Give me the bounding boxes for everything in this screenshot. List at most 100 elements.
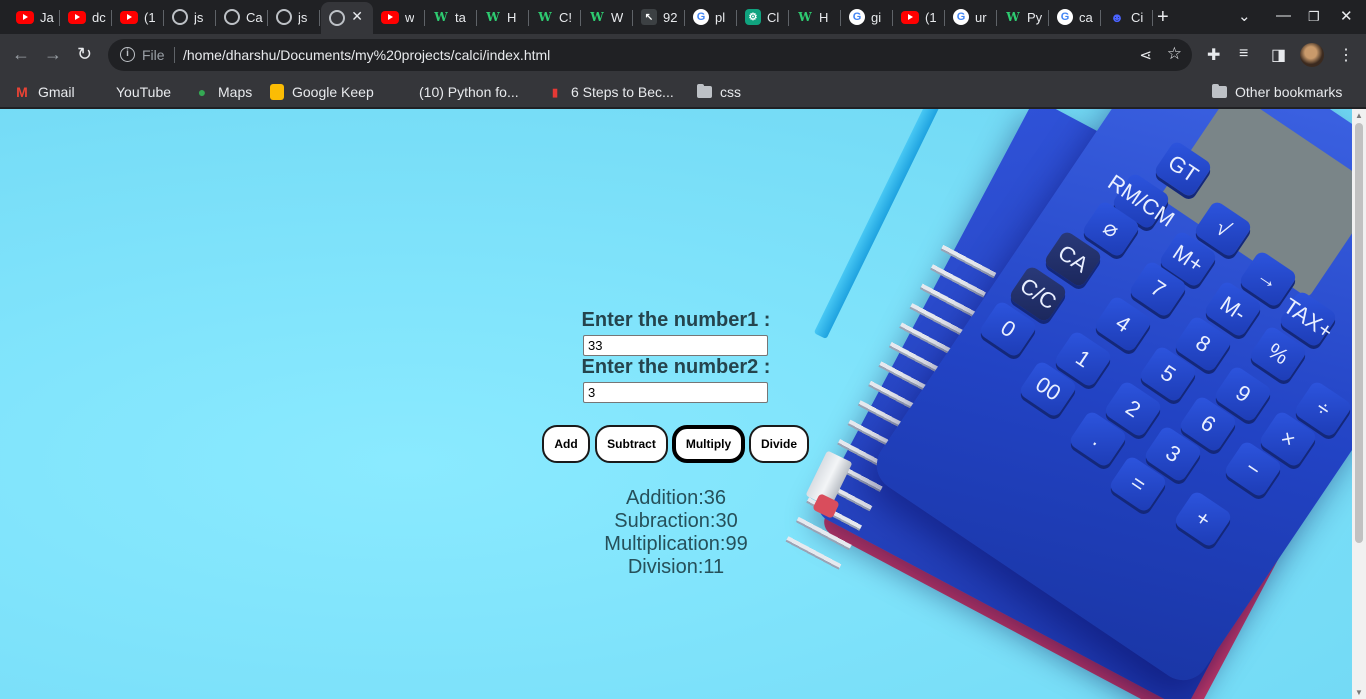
tab-title: js [298,9,308,25]
youtube-icon [68,10,86,24]
tab-title: gi [871,9,882,25]
menu-kebab-icon[interactable]: ⋮ [1338,45,1354,65]
browser-tab[interactable]: W Py [997,2,1049,32]
new-tab-button[interactable]: + [1157,6,1169,29]
browser-tab[interactable]: (1 [893,2,945,32]
browser-tab[interactable]: dc [60,2,112,32]
number1-label: Enter the number1 : [581,309,771,331]
number2-input[interactable] [583,382,768,403]
address-bar[interactable]: i File /home/dharshu/Documents/my%20proj… [108,39,1192,71]
tab-title: dc [92,9,106,25]
url-text[interactable]: /home/dharshu/Documents/my%20projects/ca… [183,47,550,63]
tab-title: Ci [1131,9,1144,25]
forward-arrow-icon[interactable]: → [44,44,62,65]
browser-tab[interactable]: ✕ [321,2,373,34]
close-tab-icon[interactable]: ✕ [351,8,363,25]
tab-title: ta [455,9,466,25]
restore-button[interactable]: ❐ [1308,9,1320,25]
w3schools-icon: W [538,10,552,24]
browser-tab[interactable]: Ja [8,2,60,32]
youtube-icon [381,10,399,24]
browser-tab[interactable]: Wta [425,2,477,32]
bookmark-item[interactable]: ● Maps [194,82,252,102]
side-panel-icon[interactable]: ◨ [1271,45,1286,65]
profile-avatar[interactable] [1300,43,1324,67]
tab-title: Ja [40,9,54,25]
back-arrow-icon[interactable]: ← [12,44,30,65]
share-icon[interactable]: ⋖ [1139,46,1152,64]
browser-tab[interactable]: Gur [945,2,997,32]
bookmark-label: Maps [218,84,253,100]
browser-tab[interactable]: WH [789,2,841,32]
subtract-button[interactable]: Subtract [595,425,668,463]
bookmark-item[interactable]: ▮ 6 Steps to Bec... [547,82,674,102]
scroll-down-arrow-icon[interactable]: ▼ [1355,688,1363,697]
add-button[interactable]: Add [542,425,590,463]
bookmark-item[interactable]: css [697,82,741,102]
bookmark-label: 6 Steps to Bec... [571,84,674,100]
globe-icon [329,10,345,26]
w3schools-icon: W [590,10,604,24]
browser-tab[interactable]: w [373,2,425,32]
browser-tab[interactable]: ☻ Ci [1101,2,1153,32]
google-icon: G [849,9,865,25]
bookmark-item[interactable]: (10) Python fo... [395,82,519,102]
browser-tab[interactable]: Gpl [685,2,737,32]
browser-tab[interactable]: W C! [529,2,581,32]
tab-title: (1 [925,9,937,25]
divide-button[interactable]: Divide [749,425,809,463]
page-scrollbar[interactable]: ▲ ▼ [1352,109,1366,699]
scrollbar-thumb[interactable] [1355,123,1363,543]
youtube-icon [901,10,919,24]
scheme-label: File [142,47,165,63]
tab-title: 92 [663,9,678,25]
tab-separator [319,10,320,26]
close-window-button[interactable]: ✕ [1340,7,1353,25]
scroll-up-arrow-icon[interactable]: ▲ [1355,111,1363,120]
google-icon: G [1057,9,1073,25]
number2-label: Enter the number2 : [581,356,771,378]
tab-title: ca [1079,9,1093,25]
browser-tab[interactable]: js [268,2,320,32]
keep-icon [270,84,284,100]
browser-tab[interactable]: WW [581,2,633,32]
browser-tab[interactable]: Gca [1049,2,1101,32]
steps-icon: ▮ [551,86,559,99]
other-bookmarks[interactable]: Other bookmarks [1212,82,1342,102]
folder-icon [1212,84,1227,98]
minimize-button[interactable]: — [1276,7,1291,24]
tab-title: (1 [144,9,156,25]
division-result: Division:11 [627,556,725,578]
bot-icon: ☻ [1110,9,1124,25]
media-control-icon[interactable]: ≡ [1239,45,1248,63]
w3schools-icon: W [434,10,448,24]
google-icon: G [693,9,709,25]
bookmark-item[interactable]: M Gmail [14,82,74,102]
multiply-button[interactable]: Multiply [672,425,745,463]
youtube-icon [120,10,138,24]
bookmark-label: (10) Python fo... [419,84,519,100]
tab-title: W [611,9,624,25]
browser-tab[interactable]: WH [477,2,529,32]
divider [174,47,175,63]
calculator-form: Enter the number1 : Enter the number2 : … [0,109,1352,699]
tab-search-chevron-icon[interactable]: ⌄ [1238,7,1251,25]
bookmark-item[interactable]: YouTube [92,82,171,102]
globe-icon [276,9,292,25]
folder-icon [697,84,712,98]
bookmark-label: css [720,84,741,100]
globe-icon [224,9,240,25]
reload-icon[interactable]: ↻ [77,44,92,65]
number1-input[interactable] [583,335,768,356]
browser-tab[interactable]: js [164,2,216,32]
gmail-icon: M [16,84,28,100]
bookmark-star-icon[interactable]: ☆ [1167,44,1182,64]
browser-tab[interactable]: Ca [216,2,268,32]
browser-tab[interactable]: Ggi [841,2,893,32]
info-icon[interactable]: i [120,47,135,62]
browser-tab[interactable]: ⚙ Cl [737,2,789,32]
browser-tab[interactable]: ↖ 92 [633,2,685,32]
bookmark-item[interactable]: Google Keep [270,82,374,102]
browser-tab[interactable]: (1 [112,2,164,32]
extensions-icon[interactable]: ✚ [1207,45,1220,65]
